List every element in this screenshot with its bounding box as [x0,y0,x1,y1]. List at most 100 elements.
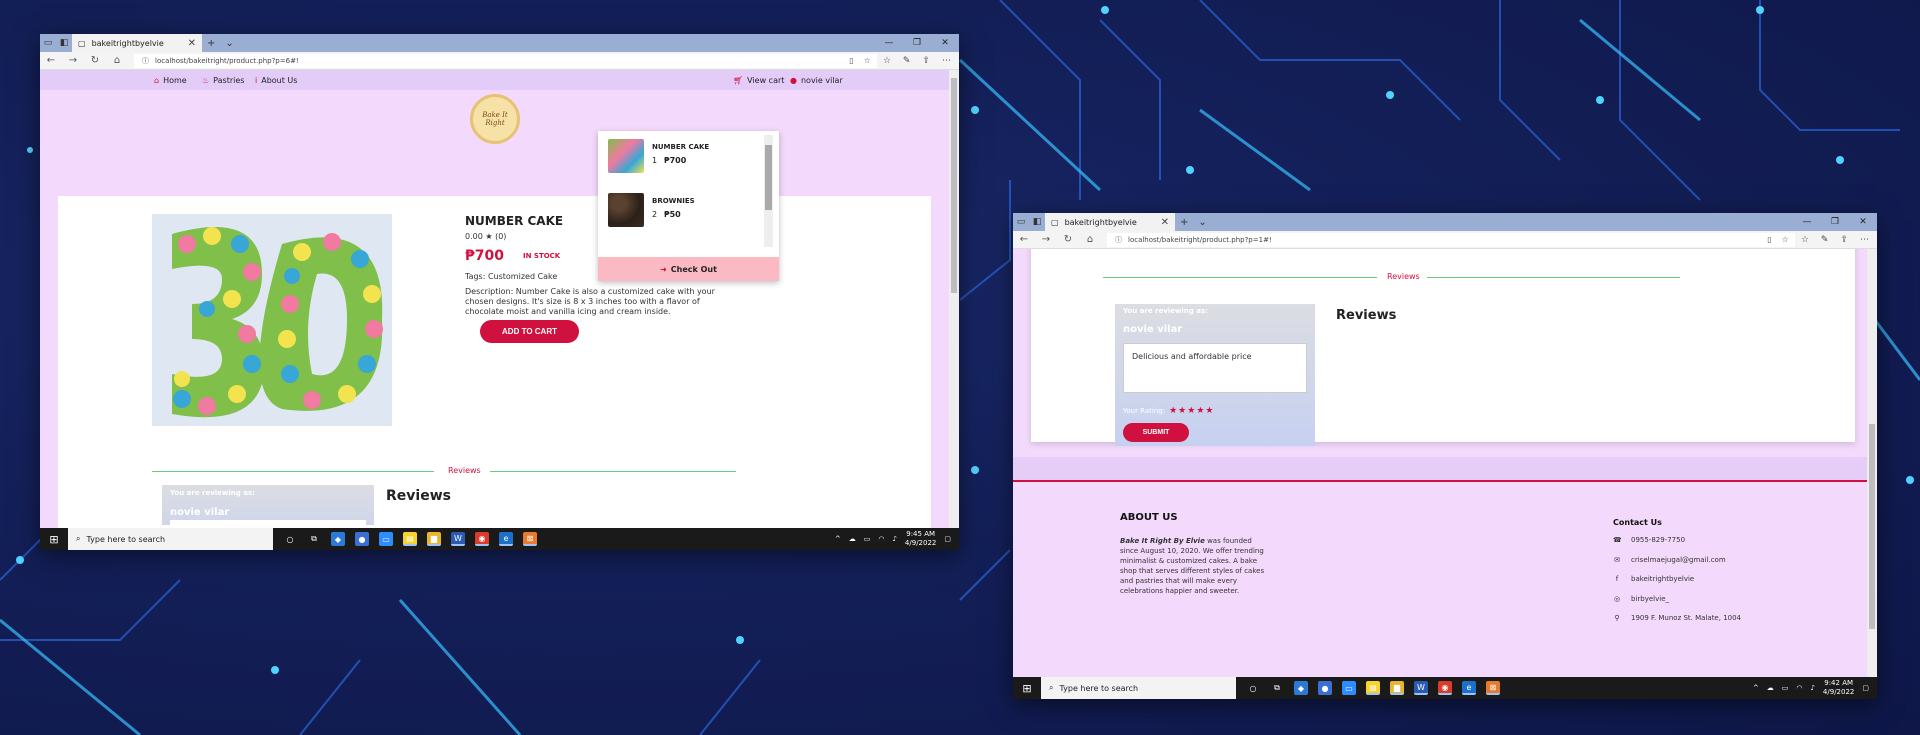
close-tab-icon[interactable]: ✕ [188,38,196,49]
app-icon[interactable]: ● [1318,681,1332,695]
refresh-icon[interactable]: ↻ [1057,234,1079,245]
wifi-icon[interactable]: ◠ [878,535,884,543]
tabs-aside-icon[interactable]: ▭ [40,34,56,52]
battery-icon[interactable]: ▭ [1782,684,1789,692]
browser-tab[interactable]: ▢ bakeitrightbyelvie ✕ [1045,213,1175,231]
nav-view-cart[interactable]: 🛒︎ View cart [733,76,784,85]
file-explorer-icon[interactable]: ▆ [427,532,441,546]
nav-home[interactable]: ⌂ Home [154,76,187,85]
notification-icon[interactable]: ▢ [1862,684,1869,692]
edge-icon[interactable]: e [1462,681,1476,695]
forward-icon[interactable]: → [1035,234,1057,245]
vscode-icon[interactable]: ◆ [1294,681,1308,695]
maximize-icon[interactable]: ❐ [903,38,931,48]
new-tab-icon[interactable]: + [1175,217,1193,228]
home-icon[interactable]: ⌂ [1079,234,1101,245]
rating-stars[interactable]: ★★★★★ [1169,406,1214,416]
zoom-icon[interactable]: ▭ [1342,681,1356,695]
volume-icon[interactable]: ♪ [1810,684,1814,692]
contact-instagram[interactable]: ◎ birbyelvie_ [1613,595,1669,603]
task-view-icon[interactable]: ⧉ [307,532,321,546]
chevron-down-icon[interactable]: ⌄ [220,38,238,49]
cortana-icon[interactable]: ○ [1246,681,1260,695]
clock[interactable]: 9:42 AM 4/9/2022 [1823,679,1854,697]
taskbar-search[interactable]: ⌕ Type here to search [1041,677,1236,699]
submit-button[interactable]: SUBMIT [1123,423,1189,442]
refresh-icon[interactable]: ↻ [84,55,106,66]
wifi-icon[interactable]: ◠ [1796,684,1802,692]
favorites-icon[interactable]: ☆ [883,56,891,66]
more-icon[interactable]: ⋯ [942,56,951,66]
edge-icon[interactable]: e [499,532,513,546]
tab-preview-icon[interactable]: ◧ [56,34,72,52]
notification-icon[interactable]: ▢ [944,535,951,543]
favorites-icon[interactable]: ☆ [1801,235,1809,245]
favorite-star-icon[interactable]: ☆ [864,56,871,65]
notes-icon[interactable]: ✎ [1821,235,1829,245]
onedrive-icon[interactable]: ☁ [1767,684,1774,692]
checkout-button[interactable]: ➜ Check Out [598,257,779,281]
close-window-icon[interactable]: ✕ [931,38,959,48]
nav-user[interactable]: ● novie vilar [790,76,843,85]
task-view-icon[interactable]: ⧉ [1270,681,1284,695]
windows-start-icon[interactable]: ⊞ [1013,682,1041,695]
tray-chevron-icon[interactable]: ^ [1753,684,1759,692]
contact-facebook[interactable]: f bakeitrightbyelvie [1613,575,1694,583]
share-icon[interactable]: ⇪ [1840,235,1848,245]
word-icon[interactable]: W [1414,681,1428,695]
url-input[interactable]: ⓘ localhost/bakeitright/product.php?p=6#… [134,53,877,68]
clock[interactable]: 9:45 AM 4/9/2022 [905,530,936,548]
xampp-icon[interactable]: ⊠ [523,532,537,546]
close-window-icon[interactable]: ✕ [1849,217,1877,227]
back-icon[interactable]: ← [40,55,62,66]
onedrive-icon[interactable]: ☁ [849,535,856,543]
reading-view-icon[interactable]: ▯ [1767,235,1771,244]
xampp-icon[interactable]: ⊠ [1486,681,1500,695]
browser-tab[interactable]: ▢ bakeitrightbyelvie ✕ [72,34,202,52]
cart-scrollbar[interactable] [764,135,773,247]
minimize-icon[interactable]: — [875,38,903,48]
favorite-star-icon[interactable]: ☆ [1782,235,1789,244]
close-tab-icon[interactable]: ✕ [1161,217,1169,228]
chrome-icon[interactable]: ◉ [1438,681,1452,695]
taskbar-search[interactable]: ⌕ Type here to search [68,528,273,550]
chrome-icon[interactable]: ◉ [475,532,489,546]
nav-about[interactable]: i About Us [255,76,297,85]
minimize-icon[interactable]: — [1793,217,1821,227]
file-explorer-icon[interactable]: ▆ [1390,681,1404,695]
review-textarea[interactable] [170,520,366,528]
sticky-notes-icon[interactable]: ▤ [1366,681,1380,695]
forward-icon[interactable]: → [62,55,84,66]
url-input[interactable]: ⓘ localhost/bakeitright/product.php?p=1#… [1107,232,1795,247]
share-icon[interactable]: ⇪ [922,56,930,66]
volume-icon[interactable]: ♪ [892,535,896,543]
contact-email[interactable]: ✉ criselmaejugal@gmail.com [1613,556,1726,564]
review-textarea[interactable]: Delicious and affordable price [1123,343,1307,393]
cart-item[interactable]: BROWNIES 2 ₱50 [608,193,758,233]
tab-preview-icon[interactable]: ◧ [1029,213,1045,231]
page-scrollbar[interactable] [949,70,959,528]
cortana-icon[interactable]: ○ [283,532,297,546]
home-icon[interactable]: ⌂ [106,55,128,66]
add-to-cart-button[interactable]: ADD TO CART [480,320,579,343]
tray-chevron-icon[interactable]: ^ [835,535,841,543]
sticky-notes-icon[interactable]: ▤ [403,532,417,546]
site-logo[interactable]: Bake It Right [470,94,520,144]
zoom-icon[interactable]: ▭ [379,532,393,546]
vscode-icon[interactable]: ◆ [331,532,345,546]
back-icon[interactable]: ← [1013,234,1035,245]
new-tab-icon[interactable]: + [202,38,220,49]
chevron-down-icon[interactable]: ⌄ [1193,217,1211,228]
maximize-icon[interactable]: ❐ [1821,217,1849,227]
windows-start-icon[interactable]: ⊞ [40,533,68,546]
app-icon[interactable]: ● [355,532,369,546]
tabs-aside-icon[interactable]: ▭ [1013,213,1029,231]
more-icon[interactable]: ⋯ [1860,235,1869,245]
cart-item[interactable]: NUMBER CAKE 1 ₱700 [608,139,758,179]
reading-view-icon[interactable]: ▯ [849,56,853,65]
page-scrollbar[interactable] [1867,249,1877,677]
nav-pastries[interactable]: ♨ Pastries [202,76,244,85]
word-icon[interactable]: W [451,532,465,546]
battery-icon[interactable]: ▭ [864,535,871,543]
notes-icon[interactable]: ✎ [903,56,911,66]
